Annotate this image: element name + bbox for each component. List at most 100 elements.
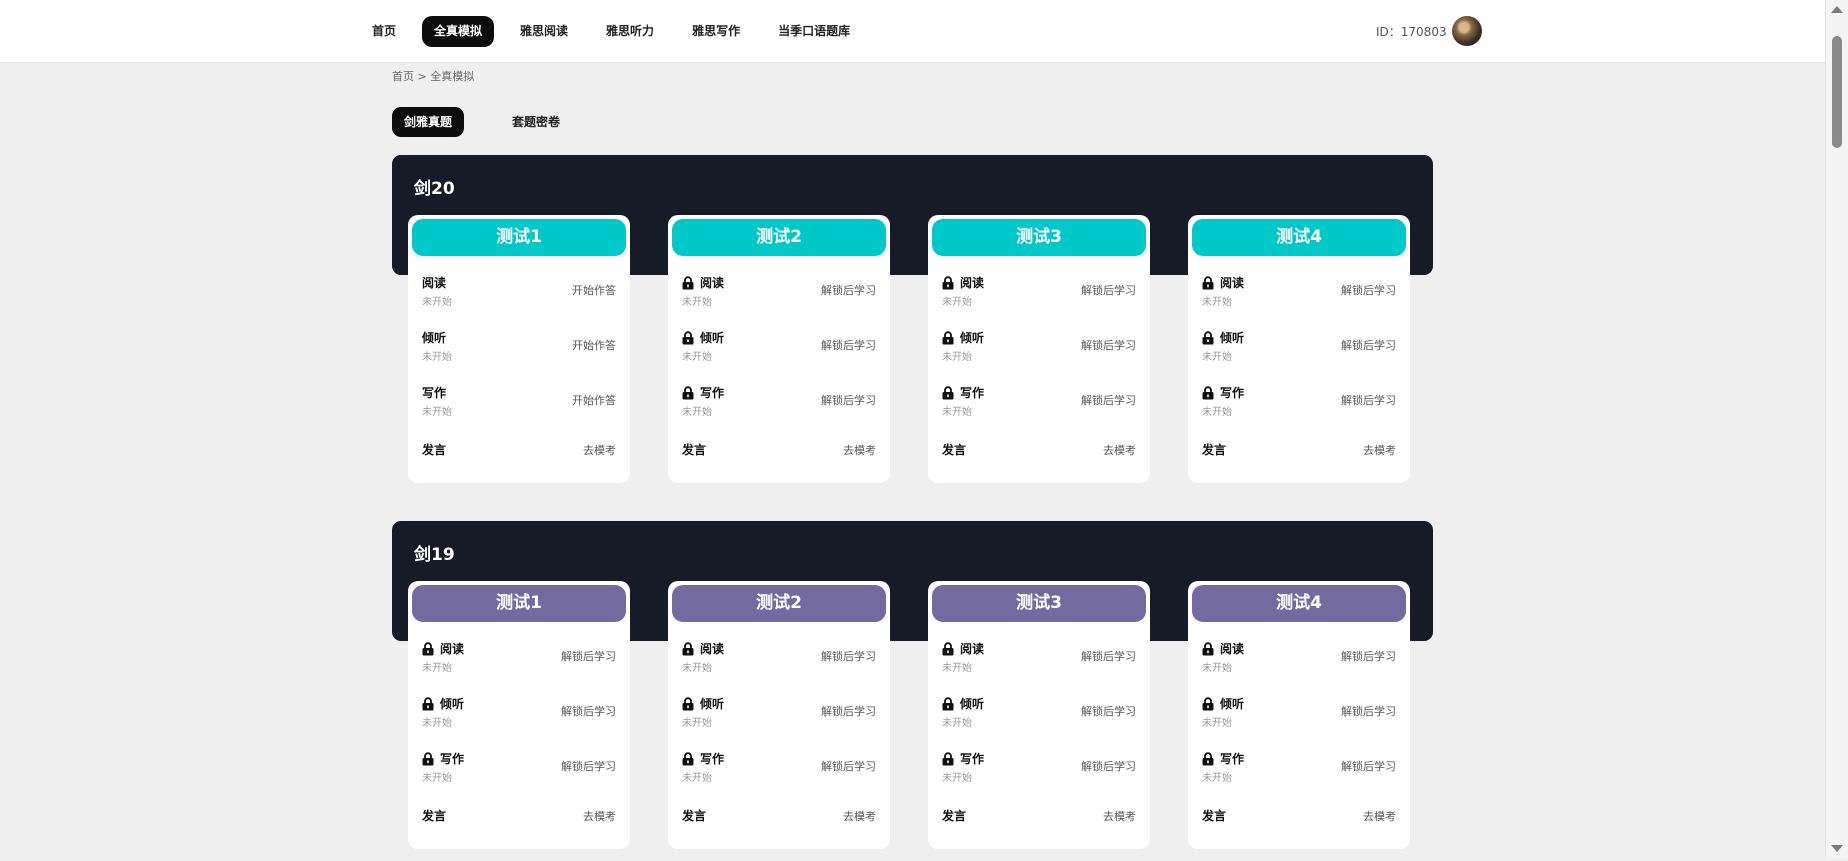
- nav-item-home[interactable]: 首页: [360, 16, 408, 47]
- lock-icon: [1202, 275, 1214, 290]
- module-status: 未开始: [1202, 663, 1232, 674]
- module-name: 倾听: [942, 329, 984, 346]
- test-card-1: 测试1 阅读 未开始 解锁后学习 倾听 未开始 解锁后学习 写作 未开始 解锁后…: [408, 581, 630, 849]
- module-action-link[interactable]: 开始作答: [572, 392, 616, 408]
- module-row-speaking: 发言 去模考: [1202, 807, 1396, 843]
- module-action-link[interactable]: 解锁后学习: [561, 703, 616, 719]
- mock-exam-link[interactable]: 去模考: [1363, 442, 1396, 458]
- scrollbar-thumb[interactable]: [1832, 36, 1842, 148]
- module-name: 发言: [422, 441, 446, 458]
- module-name-label: 阅读: [422, 276, 447, 290]
- module-name-label: 发言: [682, 809, 707, 823]
- module-name-label: 发言: [422, 443, 447, 457]
- module-name-label: 阅读: [440, 642, 465, 656]
- module-action-link[interactable]: 开始作答: [572, 282, 616, 298]
- module-row-reading: 阅读 未开始 解锁后学习: [942, 640, 1136, 676]
- module-action-link[interactable]: 解锁后学习: [821, 758, 876, 774]
- module-row-speaking: 发言 去模考: [942, 441, 1136, 477]
- module-action-link[interactable]: 解锁后学习: [821, 392, 876, 408]
- module-row-writing: 写作 未开始 解锁后学习: [1202, 384, 1396, 420]
- module-name: 写作: [422, 750, 464, 767]
- top-nav-bar: 首页 全真模拟 雅思阅读 雅思听力 雅思写作 当季口语题库 ID：170803: [0, 0, 1826, 63]
- test-card-header[interactable]: 测试4: [1192, 219, 1406, 256]
- mock-exam-link[interactable]: 去模考: [843, 442, 876, 458]
- module-action-link[interactable]: 解锁后学习: [821, 703, 876, 719]
- module-name: 发言: [942, 441, 966, 458]
- module-name-label: 倾听: [1220, 697, 1245, 711]
- module-action-link[interactable]: 解锁后学习: [1081, 648, 1136, 664]
- nav-item-full-mock[interactable]: 全真模拟: [422, 16, 495, 47]
- user-info[interactable]: ID：170803: [1376, 16, 1482, 46]
- module-action-link[interactable]: 解锁后学习: [1341, 648, 1396, 664]
- module-action-link[interactable]: 解锁后学习: [561, 758, 616, 774]
- lock-icon: [682, 696, 694, 711]
- test-card-header[interactable]: 测试2: [672, 585, 886, 622]
- module-action-link[interactable]: 解锁后学习: [1341, 282, 1396, 298]
- mock-exam-link[interactable]: 去模考: [583, 808, 616, 824]
- page-scrollbar[interactable]: [1825, 0, 1848, 858]
- module-action-link[interactable]: 解锁后学习: [1081, 758, 1136, 774]
- module-row-reading: 阅读 未开始 解锁后学习: [1202, 274, 1396, 310]
- module-name: 发言: [1202, 807, 1226, 824]
- scroll-down-arrow-icon[interactable]: [1831, 845, 1843, 852]
- mock-exam-link[interactable]: 去模考: [1363, 808, 1396, 824]
- module-row-listening: 倾听 未开始 开始作答: [422, 329, 616, 365]
- module-action-link[interactable]: 开始作答: [572, 337, 616, 353]
- mock-exam-link[interactable]: 去模考: [583, 442, 616, 458]
- avatar[interactable]: [1451, 16, 1482, 46]
- module-action-link[interactable]: 解锁后学习: [1341, 703, 1396, 719]
- module-name: 写作: [1202, 384, 1244, 401]
- module-name-label: 倾听: [440, 697, 465, 711]
- module-row-speaking: 发言 去模考: [422, 441, 616, 477]
- module-status: 未开始: [1202, 352, 1232, 363]
- module-row-speaking: 发言 去模考: [682, 807, 876, 843]
- test-card-header[interactable]: 测试4: [1192, 585, 1406, 622]
- module-row-speaking: 发言 去模考: [942, 807, 1136, 843]
- lock-icon: [1202, 385, 1214, 400]
- mock-exam-link[interactable]: 去模考: [843, 808, 876, 824]
- test-card-header[interactable]: 测试3: [932, 219, 1146, 256]
- test-card-header[interactable]: 测试3: [932, 585, 1146, 622]
- module-name: 写作: [1202, 750, 1244, 767]
- scroll-up-arrow-icon[interactable]: [1831, 6, 1843, 13]
- module-name: 倾听: [942, 695, 984, 712]
- module-action-link[interactable]: 解锁后学习: [1081, 392, 1136, 408]
- module-name: 阅读: [422, 274, 446, 291]
- mock-exam-link[interactable]: 去模考: [1103, 442, 1136, 458]
- module-action-link[interactable]: 解锁后学习: [1081, 703, 1136, 719]
- module-status: 未开始: [422, 297, 452, 308]
- module-action-link[interactable]: 解锁后学习: [1341, 337, 1396, 353]
- nav-item-ielts-listening[interactable]: 雅思听力: [594, 16, 666, 47]
- module-name: 倾听: [422, 329, 446, 346]
- test-card-header[interactable]: 测试1: [412, 219, 626, 256]
- test-card-3: 测试3 阅读 未开始 解锁后学习 倾听 未开始 解锁后学习 写作 未开始 解锁后…: [928, 581, 1150, 849]
- module-name-label: 阅读: [1220, 642, 1245, 656]
- module-action-link[interactable]: 解锁后学习: [1081, 337, 1136, 353]
- module-status: 未开始: [422, 663, 452, 674]
- nav-item-ielts-reading[interactable]: 雅思阅读: [508, 16, 580, 47]
- module-action-link[interactable]: 解锁后学习: [1081, 282, 1136, 298]
- lock-icon: [682, 275, 694, 290]
- module-action-link[interactable]: 解锁后学习: [821, 337, 876, 353]
- module-action-link[interactable]: 解锁后学习: [1341, 392, 1396, 408]
- module-name: 阅读: [682, 640, 724, 657]
- module-action-link[interactable]: 解锁后学习: [561, 648, 616, 664]
- module-name-label: 倾听: [700, 697, 725, 711]
- lock-icon: [1202, 751, 1214, 766]
- nav-item-ielts-writing[interactable]: 雅思写作: [680, 16, 752, 47]
- test-card-header[interactable]: 测试1: [412, 585, 626, 622]
- tab-cambridge-real[interactable]: 剑雅真题: [392, 107, 465, 137]
- test-card-header[interactable]: 测试2: [672, 219, 886, 256]
- test-card-3: 测试3 阅读 未开始 解锁后学习 倾听 未开始 解锁后学习 写作 未开始 解锁后…: [928, 215, 1150, 483]
- module-name: 倾听: [1202, 329, 1244, 346]
- mock-exam-link[interactable]: 去模考: [1103, 808, 1136, 824]
- module-action-link[interactable]: 解锁后学习: [821, 648, 876, 664]
- module-action-link[interactable]: 解锁后学习: [1341, 758, 1396, 774]
- module-name-label: 发言: [1202, 443, 1227, 457]
- module-name: 倾听: [682, 329, 724, 346]
- nav-item-speaking-bank[interactable]: 当季口语题库: [766, 16, 862, 47]
- tab-secret-papers[interactable]: 套题密卷: [500, 107, 572, 137]
- module-name-label: 倾听: [422, 331, 447, 345]
- module-status: 未开始: [942, 352, 972, 363]
- module-action-link[interactable]: 解锁后学习: [821, 282, 876, 298]
